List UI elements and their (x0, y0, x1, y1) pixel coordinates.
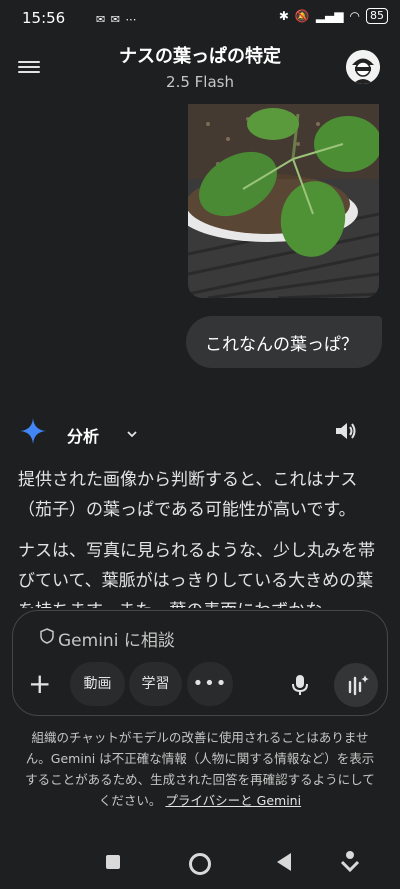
status-bar: 15:56 ✉ ✉ ⋯ ✱ 🔕 ▂▄▆ ◠ 85 (0, 0, 400, 36)
back-button[interactable] (277, 853, 291, 871)
mic-icon[interactable] (291, 674, 309, 696)
model-selector[interactable]: 2.5 Flash (0, 73, 400, 91)
signal-icon: ▂▄▆ (315, 9, 344, 23)
user-message-text: これなんの葉っぱ？ (205, 335, 358, 355)
notification-icons: ✉ ✉ ⋯ (96, 13, 138, 26)
response-paragraph: ナスは、写真に見られるような、少し丸みを帯びていて、葉脈がはっきりしている大きめ… (18, 541, 375, 608)
hide-keyboard-button[interactable] (340, 851, 360, 873)
plus-icon[interactable]: + (28, 670, 51, 698)
response-mode-label[interactable]: 分析 (67, 423, 99, 447)
live-button[interactable] (334, 663, 378, 707)
more-options-button[interactable]: ••• (187, 662, 233, 706)
uploaded-image[interactable] (188, 104, 379, 298)
response-paragraph: 提供された画像から判断すると、これはナス（茄子）の葉っぱである可能性が高いです。 (18, 470, 358, 520)
user-message[interactable]: これなんの葉っぱ？ (186, 316, 382, 368)
study-chip-button[interactable]: 学習 (129, 662, 182, 706)
recents-button[interactable] (106, 855, 120, 869)
avatar[interactable] (346, 50, 380, 84)
mute-icon: 🔕 (294, 9, 310, 23)
home-button[interactable] (189, 853, 211, 875)
privacy-link[interactable]: プライバシーと Gemini (165, 793, 301, 808)
status-time: 15:56 (22, 9, 66, 27)
chevron-down-icon[interactable] (126, 425, 138, 438)
video-chip-button[interactable]: 動画 (70, 662, 125, 706)
disclaimer: 組織のチャットがモデルの改善に使用されることはありません。Gemini は不正確… (22, 727, 378, 811)
gemini-star-icon (20, 418, 46, 444)
bluetooth-icon: ✱ (278, 9, 289, 23)
speaker-icon[interactable] (334, 420, 358, 442)
prompt-input[interactable]: Gemini に相談 (58, 626, 175, 651)
live-icon (348, 675, 369, 696)
system-icons: ✱ 🔕 ▂▄▆ ◠ 85 (279, 8, 388, 24)
shield-icon (40, 628, 54, 644)
battery-icon: 85 (366, 8, 388, 24)
page-title: ナスの葉っぱの特定 (119, 46, 281, 67)
wifi-icon: ◠ (349, 9, 360, 23)
